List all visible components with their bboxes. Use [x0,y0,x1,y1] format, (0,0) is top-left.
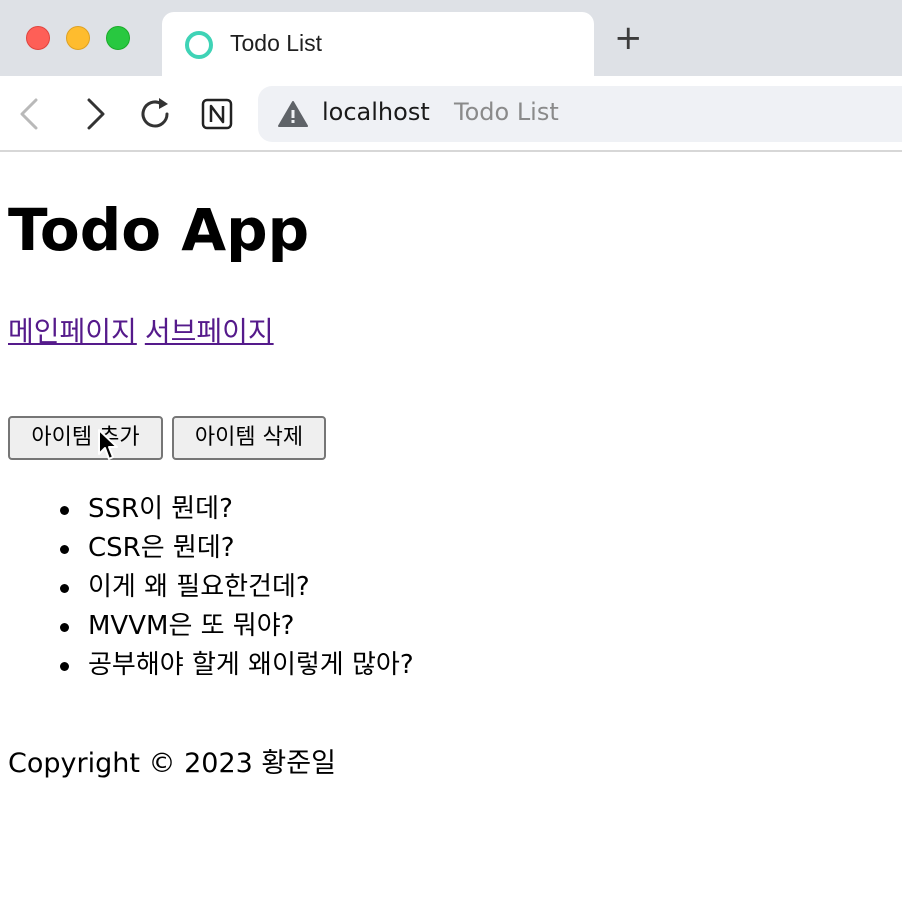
window-close-button[interactable] [26,26,50,50]
tab-title: Todo List [230,30,323,56]
reload-button[interactable] [137,96,173,132]
main-page-link[interactable]: 메인페이지 [8,315,137,348]
todo-item: 이게 왜 필요한건데? [60,568,414,607]
warning-icon[interactable] [278,100,308,128]
window-minimize-button[interactable] [66,26,90,50]
mouse-cursor-icon [98,429,118,460]
ring-icon [185,31,213,59]
browser-toolbar: localhost Todo List [0,76,902,152]
browser-tab-active[interactable]: Todo List [162,12,594,76]
address-bar[interactable]: localhost Todo List [258,86,902,142]
page-content: Todo App 메인페이지 서브페이지 아이템 추가 아이템 삭제 SSR이 뭔… [0,154,902,916]
delete-item-button[interactable]: 아이템 삭제 [172,416,326,460]
new-tab-button[interactable]: + [614,21,643,55]
sub-page-link[interactable]: 서브페이지 [145,315,274,348]
todo-item: MVVM은 또 뭐야? [60,607,414,646]
reload-icon [141,98,169,128]
notion-extension-button[interactable] [199,96,235,132]
address-page-title: Todo List [454,98,559,126]
page-nav: 메인페이지 서브페이지 [8,312,274,352]
todo-item: CSR은 뭔데? [60,529,414,568]
forward-button[interactable] [78,96,114,132]
chevron-right-icon [87,98,105,130]
footer-copyright: Copyright © 2023 황준일 [8,748,336,779]
browser-tabstrip: Todo List + [0,0,902,76]
notion-icon [201,98,233,130]
todo-item: 공부해야 할게 왜이렇게 많아? [60,646,414,685]
todo-list: SSR이 뭔데? CSR은 뭔데? 이게 왜 필요한건데? MVVM은 또 뭐야… [60,490,414,685]
chevron-left-icon [20,98,38,130]
page-title: Todo App [8,196,310,264]
add-item-button[interactable]: 아이템 추가 [8,416,163,460]
back-button[interactable] [12,96,48,132]
window-maximize-button[interactable] [106,26,130,50]
todo-item: SSR이 뭔데? [60,490,414,529]
address-host: localhost [322,98,430,126]
